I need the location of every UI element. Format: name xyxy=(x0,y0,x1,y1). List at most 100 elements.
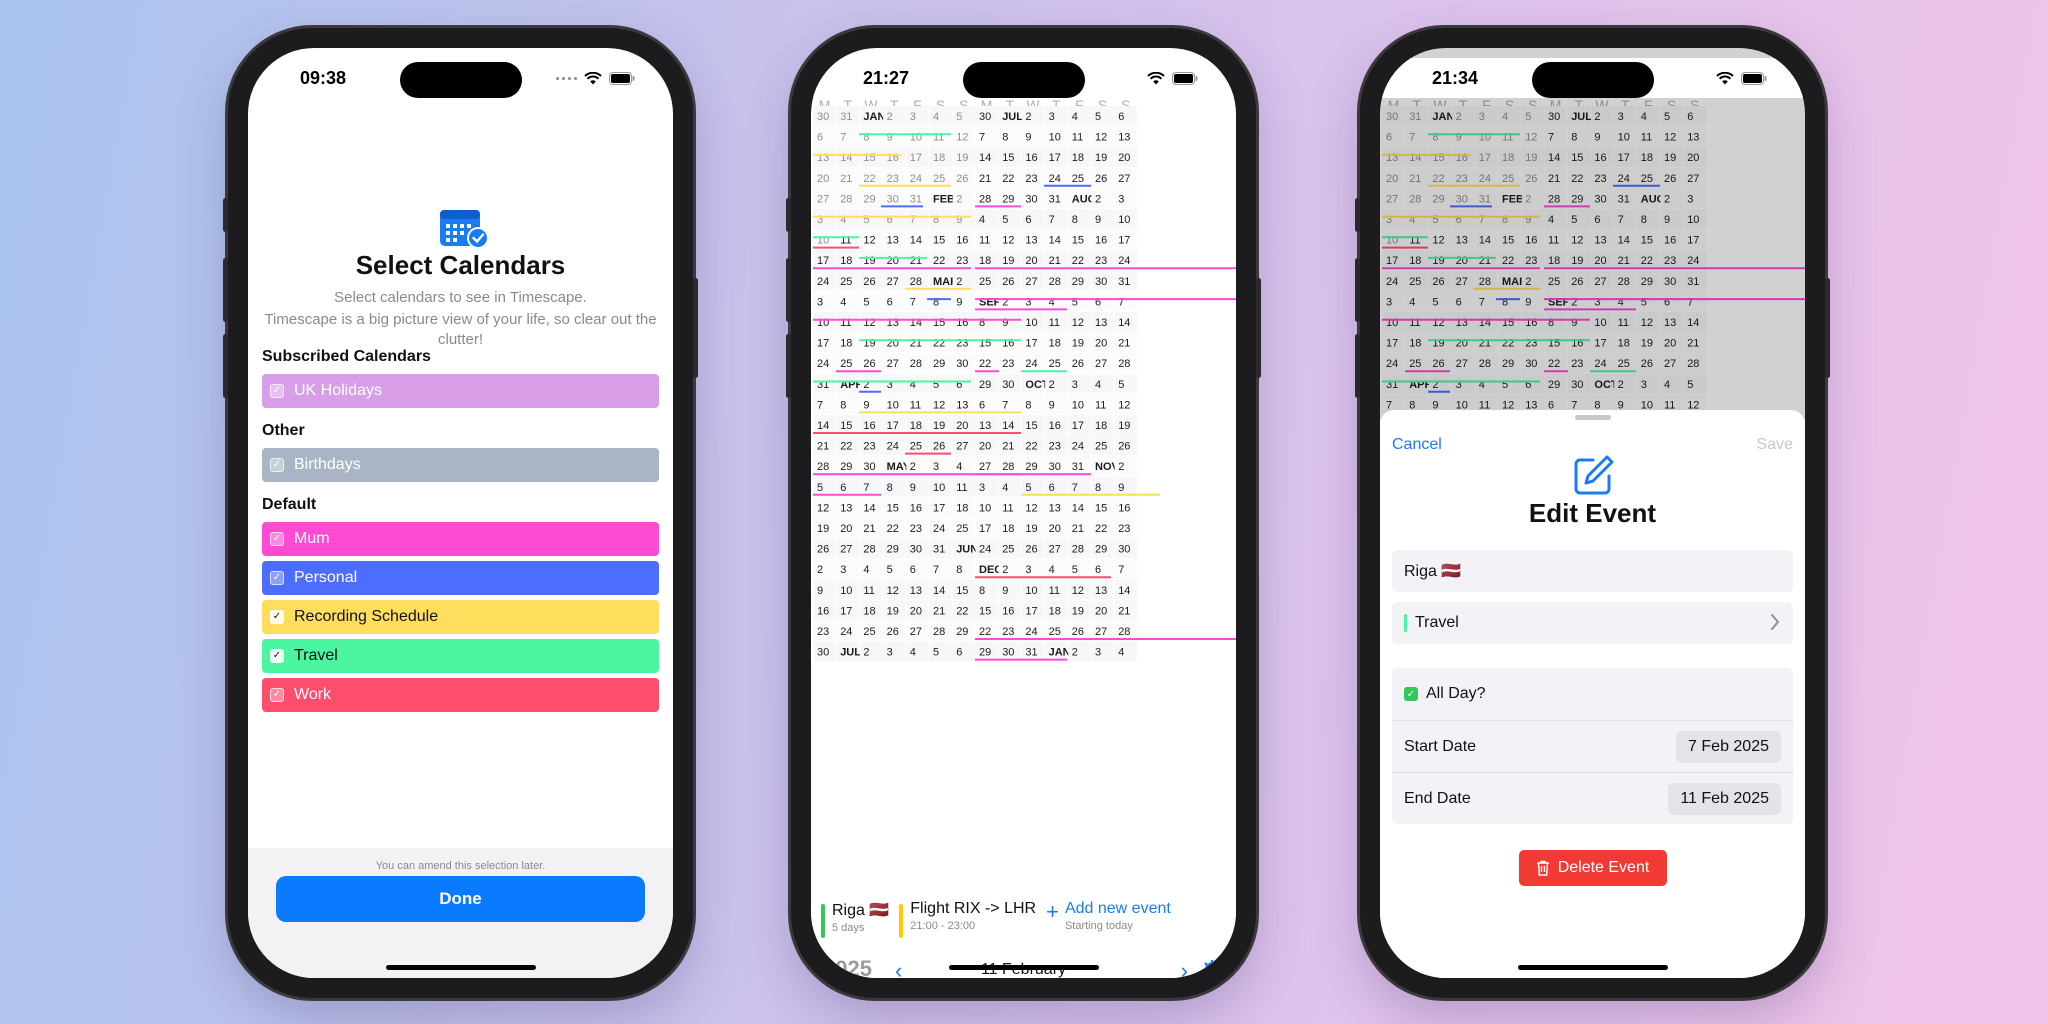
day-number: 8 xyxy=(956,564,962,576)
day-number: 28 xyxy=(1072,544,1084,556)
start-date-picker[interactable]: 7 Feb 2025 xyxy=(1676,731,1781,763)
day-number: 23 xyxy=(1002,626,1014,638)
day-number: 21 xyxy=(1118,338,1130,350)
day-number: 11 xyxy=(863,585,874,597)
cancel-button[interactable]: Cancel xyxy=(1392,436,1442,454)
day-number: 6 xyxy=(1095,564,1101,576)
day-number: 20 xyxy=(979,441,991,453)
day-number: 27 xyxy=(887,358,899,370)
day-number: 23 xyxy=(910,523,922,535)
calendar-toggle-personal[interactable]: ✓ Personal xyxy=(262,561,659,595)
day-number: 5 xyxy=(863,296,869,308)
day-number: 8 xyxy=(887,482,893,494)
day-number: 5 xyxy=(1095,111,1101,123)
battery-icon xyxy=(609,72,635,85)
calendar-label: UK Holidays xyxy=(294,382,383,399)
year-grid[interactable]: M T W T F S S M T W T F S S 30 31 JAN 2 3 4 5 6 7 8 9 10 11 12 13 14 1… xyxy=(811,48,1236,948)
sheet-backdrop[interactable] xyxy=(1380,48,1805,420)
day-number: 2 xyxy=(1118,461,1124,473)
calendar-toggle-birthdays[interactable]: ✓ Birthdays xyxy=(262,448,659,482)
day-number: 16 xyxy=(863,420,875,432)
all-day-row[interactable]: ✓ All Day? xyxy=(1392,668,1793,720)
checkbox[interactable]: ✓ xyxy=(270,688,284,702)
day-number: 20 xyxy=(817,173,829,185)
day-number: 21 xyxy=(863,523,875,535)
phone-select-calendars: 09:38 Select Calendars Select calendars … xyxy=(223,28,698,998)
day-number: 22 xyxy=(1002,173,1014,185)
calendar-toggle-mum[interactable]: ✓ Mum xyxy=(262,522,659,556)
day-number: 26 xyxy=(1025,544,1037,556)
all-day-checkbox[interactable]: ✓ xyxy=(1404,687,1418,701)
day-number: 2 xyxy=(1095,193,1101,205)
screen-select-calendars: 09:38 Select Calendars Select calendars … xyxy=(248,48,673,978)
calendar-toggle-recording-schedule[interactable]: ✓ Recording Schedule xyxy=(262,600,659,634)
day-number: 18 xyxy=(956,502,968,514)
day-number: 19 xyxy=(1095,152,1107,164)
day-number: 29 xyxy=(1072,276,1084,288)
day-number: 30 xyxy=(1095,276,1107,288)
day-number: 29 xyxy=(1002,193,1014,205)
end-date-picker[interactable]: 11 Feb 2025 xyxy=(1668,783,1781,815)
battery-icon xyxy=(1741,72,1767,85)
save-button[interactable]: Save xyxy=(1757,436,1793,454)
day-number: 18 xyxy=(933,152,945,164)
wifi-icon xyxy=(1147,72,1165,85)
day-number: 23 xyxy=(956,255,968,267)
checkbox[interactable]: ✓ xyxy=(270,532,284,546)
day-number: 20 xyxy=(1118,152,1130,164)
checkbox[interactable]: ✓ xyxy=(270,610,284,624)
day-number: 22 xyxy=(1095,523,1107,535)
day-number: 15 xyxy=(1025,420,1037,432)
day-number: 25 xyxy=(979,276,991,288)
day-number: 24 xyxy=(817,276,829,288)
checkbox[interactable]: ✓ xyxy=(270,649,284,663)
day-number: 13 xyxy=(887,235,899,247)
checkbox[interactable]: ✓ xyxy=(270,458,284,472)
day-number: 8 xyxy=(1095,482,1101,494)
calendar-label: Recording Schedule xyxy=(294,608,439,625)
day-number: 26 xyxy=(863,276,875,288)
battery-icon xyxy=(1172,72,1198,85)
edit-event-sheet: Cancel Save Edit Event Riga 🇱🇻 Travel ✓ … xyxy=(1380,410,1805,978)
day-number: 4 xyxy=(1118,647,1124,659)
gear-icon[interactable] xyxy=(1202,960,1222,978)
calendar-toggle-work[interactable]: ✓ Work xyxy=(262,678,659,712)
day-number: 18 xyxy=(863,605,875,617)
day-number: 21 xyxy=(817,441,829,453)
event-item[interactable]: Riga 🇱🇻 5 days xyxy=(821,900,889,938)
day-number: 16 xyxy=(956,235,968,247)
done-button[interactable]: Done xyxy=(276,876,645,922)
day-number: 17 xyxy=(840,605,852,617)
event-item[interactable]: Flight RIX -> LHR 21:00 - 23:00 xyxy=(899,900,1036,938)
event-name-field[interactable]: Riga 🇱🇻 xyxy=(1392,550,1793,592)
delete-event-button[interactable]: Delete Event xyxy=(1518,850,1667,886)
sheet-grabber[interactable] xyxy=(1574,415,1611,420)
event-title: Riga 🇱🇻 xyxy=(832,902,890,919)
day-number: 20 xyxy=(1049,523,1061,535)
day-number: 30 xyxy=(1118,544,1130,556)
day-number: 22 xyxy=(840,441,852,453)
day-number: 25 xyxy=(1072,173,1084,185)
day-number: 23 xyxy=(1002,358,1014,370)
day-number: 4 xyxy=(840,296,846,308)
day-number: 3 xyxy=(1025,564,1031,576)
day-number: 19 xyxy=(1025,523,1037,535)
day-number: 25 xyxy=(956,523,968,535)
checkbox[interactable]: ✓ xyxy=(270,384,284,398)
day-number: 23 xyxy=(817,626,829,638)
chevron-right-icon[interactable]: › xyxy=(1181,958,1188,978)
day-number: 16 xyxy=(1049,420,1061,432)
calendar-toggle-uk-holidays[interactable]: ✓ UK Holidays xyxy=(262,374,659,408)
day-number: 13 xyxy=(1095,585,1107,597)
day-number: 16 xyxy=(1002,605,1014,617)
day-number: 27 xyxy=(910,626,922,638)
day-number: 15 xyxy=(933,235,945,247)
day-number: 3 xyxy=(817,296,823,308)
day-number: 10 xyxy=(887,399,899,411)
day-number: 19 xyxy=(817,523,829,535)
day-number: 12 xyxy=(863,235,875,247)
calendar-picker[interactable]: Travel xyxy=(1392,602,1793,644)
calendar-toggle-travel[interactable]: ✓ Travel xyxy=(262,639,659,673)
checkbox[interactable]: ✓ xyxy=(270,571,284,585)
add-event-button[interactable]: + Add new event Starting today xyxy=(1046,900,1171,932)
